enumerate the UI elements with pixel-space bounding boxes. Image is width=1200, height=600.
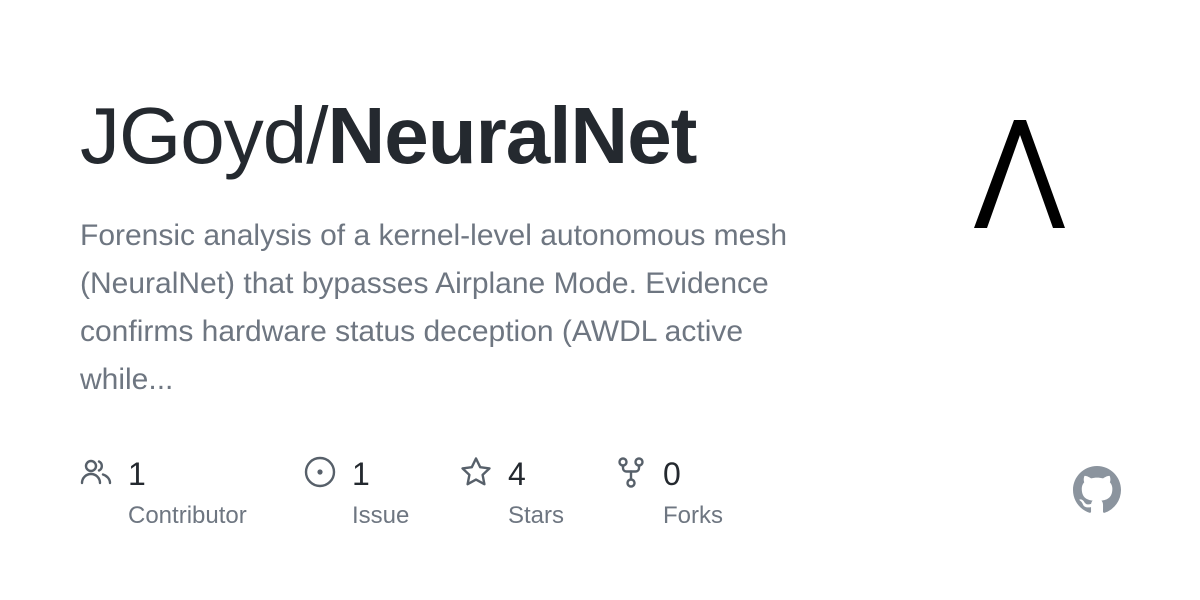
github-mark-icon[interactable] — [1073, 466, 1121, 514]
repo-owner[interactable]: JGoyd/ — [80, 91, 328, 180]
star-icon — [461, 457, 491, 486]
stat-count: 1 — [128, 456, 146, 492]
stat-count: 1 — [352, 456, 370, 492]
people-icon — [80, 459, 112, 485]
stat-count: 4 — [508, 456, 526, 492]
stat-label: Issue — [352, 502, 410, 529]
stat-label: Contributor — [128, 502, 247, 529]
repo-title[interactable]: JGoyd/NeuralNet — [80, 88, 697, 184]
repo-description: Forensic analysis of a kernel-level auto… — [80, 219, 788, 396]
repo-social-card: JGoyd/NeuralNet Forensic analysis of a k… — [0, 0, 1200, 600]
issue-opened-icon — [304, 456, 336, 488]
stat-label: Stars — [508, 502, 565, 529]
stat-count: 0 — [663, 456, 681, 492]
repo-forked-icon — [618, 457, 644, 488]
lambda-logo-icon — [974, 120, 1065, 228]
owner-avatar[interactable] — [960, 110, 1080, 240]
repo-name[interactable]: NeuralNet — [327, 91, 697, 180]
stat-label: Forks — [663, 502, 723, 529]
